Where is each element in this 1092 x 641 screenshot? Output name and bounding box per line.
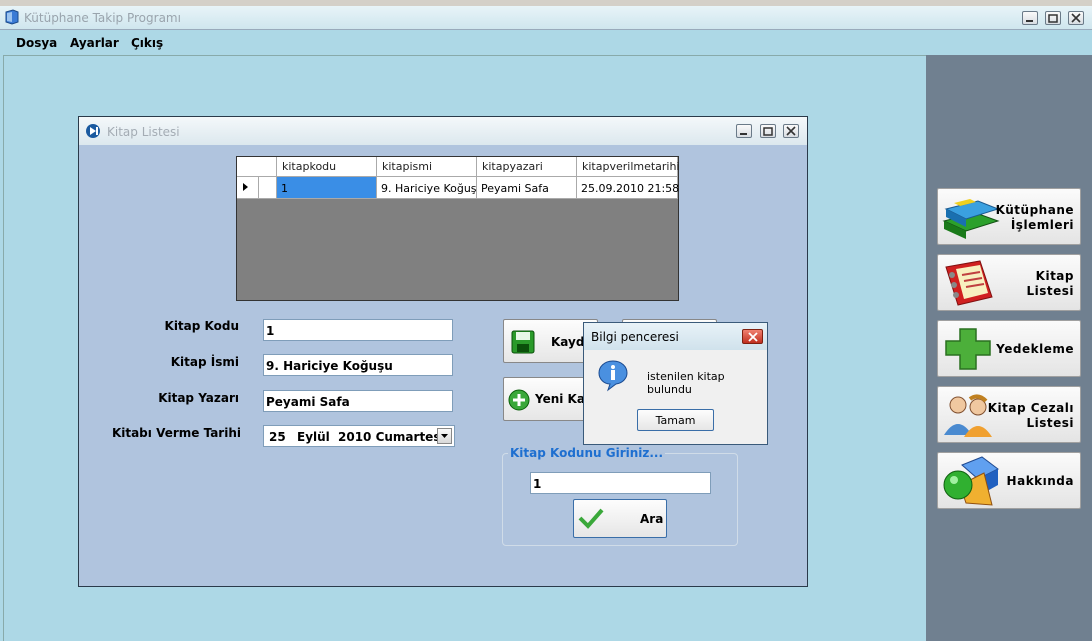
minimize-icon xyxy=(1026,20,1033,22)
shapes-icon xyxy=(943,456,999,506)
table-row-blank-cell xyxy=(259,177,277,199)
row-pointer-icon xyxy=(243,183,248,191)
book-grid[interactable]: kitapkodu kitapismi kitapyazari kitapver… xyxy=(236,156,680,301)
hakkinda-button[interactable]: Hakkında xyxy=(937,452,1081,509)
save-icon xyxy=(511,330,535,354)
check-icon xyxy=(578,508,604,529)
minimize-icon xyxy=(740,133,747,135)
kutuphane-islemleri-label: Kütüphane İşlemleri xyxy=(995,203,1074,232)
notebook-icon xyxy=(945,260,993,306)
minimize-button[interactable] xyxy=(1022,11,1038,25)
menu-cikis[interactable]: Çıkış xyxy=(131,36,163,50)
close-icon xyxy=(748,332,758,342)
dialog-title-bar: Bilgi penceresi xyxy=(584,323,767,350)
kutuphane-islemleri-button[interactable]: Kütüphane İşlemleri xyxy=(937,188,1081,245)
ara-label: Ara xyxy=(640,512,664,526)
add-icon xyxy=(508,389,530,411)
book-icon xyxy=(4,9,20,25)
menu-ayarlar[interactable]: Ayarlar xyxy=(70,36,119,50)
child-minimize-button[interactable] xyxy=(736,124,752,138)
yedekleme-button[interactable]: Yedekleme xyxy=(937,320,1081,377)
kitap-ismi-label: Kitap İsmi xyxy=(170,355,239,369)
ara-button[interactable]: Ara xyxy=(573,499,667,538)
grid-header-kitapverilmetarihi[interactable]: kitapverilmetarihi xyxy=(577,157,680,177)
main-title-bar: Kütüphane Takip Programı xyxy=(0,6,1092,30)
maximize-icon xyxy=(1048,14,1058,23)
table-cell[interactable]: Peyami Safa xyxy=(477,177,577,199)
child-title-bar: Kitap Listesi xyxy=(79,117,807,145)
dialog-title: Bilgi penceresi xyxy=(591,330,679,344)
date-month[interactable]: Eylül xyxy=(297,430,330,444)
close-icon xyxy=(786,126,796,136)
table-cell[interactable]: 25.09.2010 21:58 xyxy=(577,177,679,199)
chevron-down-icon xyxy=(441,434,448,438)
search-kod-input[interactable]: 1 xyxy=(530,472,711,494)
child-close-button[interactable] xyxy=(783,124,799,138)
date-dropdown-button[interactable] xyxy=(437,428,452,444)
verme-tarihi-picker[interactable]: 25 Eylül 2010 Cumartesi xyxy=(263,425,455,447)
grid-header-kitapkodu[interactable]: kitapkodu xyxy=(277,157,377,177)
date-day[interactable]: 25 xyxy=(269,430,286,444)
grid-corner-header xyxy=(237,157,277,177)
search-group-title: Kitap Kodunu Giriniz... xyxy=(508,446,666,460)
maximize-button[interactable] xyxy=(1045,11,1061,25)
grid-header-kitapyazari[interactable]: kitapyazari xyxy=(477,157,577,177)
kitap-listesi-button[interactable]: Kitap Listesi xyxy=(937,254,1081,311)
yedekleme-label: Yedekleme xyxy=(996,342,1074,356)
menu-bar: Dosya Ayarlar Çıkış xyxy=(0,31,1092,55)
row-selector[interactable] xyxy=(237,177,259,199)
dialog-body: istenilen kitap bulundu Tamam xyxy=(584,350,767,444)
kitap-listesi-label: Kitap Listesi xyxy=(1026,269,1074,298)
kitap-ismi-input[interactable]: 9. Hariciye Koğuşu xyxy=(263,354,453,376)
kitap-cezali-listesi-label: Kitap Cezalı Listesi xyxy=(987,401,1074,430)
table-cell[interactable]: 1 xyxy=(277,177,377,199)
plus-icon xyxy=(945,328,991,370)
close-button[interactable] xyxy=(1068,11,1084,25)
date-rest[interactable]: 2010 Cumartesi xyxy=(338,430,445,444)
kitap-yazari-label: Kitap Yazarı xyxy=(158,391,239,405)
child-title: Kitap Listesi xyxy=(107,125,180,139)
kitap-kodu-label: Kitap Kodu xyxy=(164,319,239,333)
kitap-yazari-input[interactable]: Peyami Safa xyxy=(263,390,453,412)
menu-dosya[interactable]: Dosya xyxy=(16,36,57,50)
table-cell[interactable]: 9. Hariciye Koğuşu xyxy=(377,177,484,199)
books-icon xyxy=(942,199,1000,239)
info-icon xyxy=(598,360,628,392)
kitap-cezali-listesi-button[interactable]: Kitap Cezalı Listesi xyxy=(937,386,1081,443)
tamam-button[interactable]: Tamam xyxy=(637,409,714,431)
grid-header-kitapismi[interactable]: kitapismi xyxy=(377,157,477,177)
app-title: Kütüphane Takip Programı xyxy=(24,11,181,25)
verme-tarihi-label: Kitabı Verme Tarihi xyxy=(111,426,241,440)
window-icon xyxy=(86,124,100,138)
dialog-message: istenilen kitap bulundu xyxy=(647,370,725,396)
kitap-kodu-input[interactable]: 1 xyxy=(263,319,453,341)
hakkinda-label: Hakkında xyxy=(1006,474,1074,488)
dialog-close-button[interactable] xyxy=(742,329,763,344)
child-maximize-button[interactable] xyxy=(760,124,776,138)
restore-icon xyxy=(763,127,773,136)
close-icon xyxy=(1071,13,1081,23)
